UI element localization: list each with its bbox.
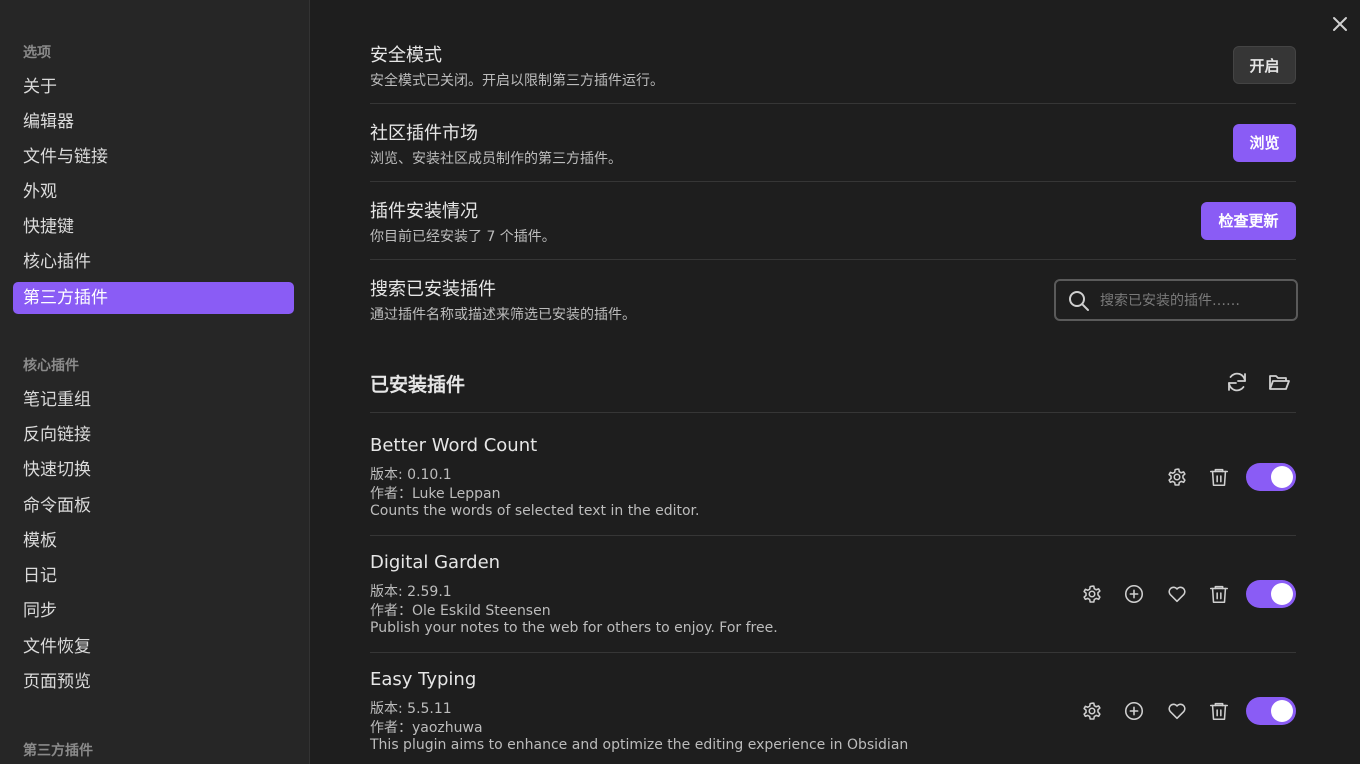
sidebar-item-page-preview[interactable]: 页面预览	[13, 666, 294, 698]
reload-icon[interactable]	[1225, 370, 1249, 394]
settings-sidebar: 选项 关于 编辑器 文件与链接 外观 快捷键 核心插件 第三方插件 核心插件 笔…	[0, 0, 310, 764]
plugin-author: 作者：yaozhuwa	[370, 720, 483, 736]
plus-circle-icon[interactable]	[1123, 583, 1145, 605]
plugin-item-better-word-count: Better Word Count 版本: 0.10.1 作者：Luke Lep…	[370, 435, 1296, 536]
sidebar-item-appearance[interactable]: 外观	[13, 176, 294, 208]
safe-mode-toggle-button[interactable]: 开启	[1233, 46, 1296, 84]
sidebar-item-command-palette[interactable]: 命令面板	[13, 490, 294, 522]
setting-title: 插件安装情况	[370, 201, 478, 222]
setting-row-status: 插件安装情况 你目前已经安装了 7 个插件。 检查更新	[370, 194, 1296, 260]
settings-main: 安全模式 安全模式已关闭。开启以限制第三方插件运行。 开启 社区插件市场 浏览、…	[310, 0, 1360, 764]
sidebar-heading-options: 选项	[23, 45, 51, 61]
plugin-enable-toggle[interactable]	[1246, 580, 1296, 608]
toggle-knob	[1271, 700, 1293, 722]
installed-plugins-heading: 已安装插件	[370, 374, 466, 396]
plugin-item-easy-typing: Easy Typing 版本: 5.5.11 作者：yaozhuwa This …	[370, 669, 1296, 764]
divider	[370, 412, 1296, 413]
sidebar-item-core-plugins[interactable]: 核心插件	[13, 246, 294, 278]
sidebar-item-daily-notes[interactable]: 日记	[13, 560, 294, 592]
setting-desc: 你目前已经安装了 7 个插件。	[370, 229, 556, 245]
search-field[interactable]	[1054, 279, 1298, 321]
search-icon	[1068, 290, 1090, 312]
gear-icon[interactable]	[1081, 700, 1103, 722]
setting-title: 社区插件市场	[370, 123, 478, 144]
setting-desc: 安全模式已关闭。开启以限制第三方插件运行。	[370, 73, 664, 89]
plugin-version: 版本: 2.59.1	[370, 584, 452, 600]
trash-icon[interactable]	[1208, 700, 1230, 722]
sidebar-item-files-links[interactable]: 文件与链接	[13, 141, 294, 173]
trash-icon[interactable]	[1208, 583, 1230, 605]
toggle-knob	[1271, 466, 1293, 488]
plus-circle-icon[interactable]	[1123, 700, 1145, 722]
plugin-version: 版本: 5.5.11	[370, 701, 452, 717]
sidebar-item-hotkeys[interactable]: 快捷键	[13, 211, 294, 243]
plugin-enable-toggle[interactable]	[1246, 463, 1296, 491]
gear-icon[interactable]	[1081, 583, 1103, 605]
plugin-description: Counts the words of selected text in the…	[370, 503, 700, 519]
plugin-version: 版本: 0.10.1	[370, 467, 452, 483]
sidebar-item-editor[interactable]: 编辑器	[13, 106, 294, 138]
check-updates-button[interactable]: 检查更新	[1201, 202, 1296, 240]
sidebar-heading-third-party: 第三方插件	[23, 743, 93, 759]
plugin-name: Easy Typing	[370, 669, 477, 690]
search-input[interactable]	[1100, 289, 1290, 313]
plugin-description: Publish your notes to the web for others…	[370, 620, 778, 636]
heart-icon[interactable]	[1166, 700, 1188, 722]
sidebar-item-quick-switcher[interactable]: 快速切换	[13, 454, 294, 486]
setting-desc: 浏览、安装社区成员制作的第三方插件。	[370, 151, 622, 167]
plugin-enable-toggle[interactable]	[1246, 697, 1296, 725]
sidebar-item-note-composer[interactable]: 笔记重组	[13, 384, 294, 416]
setting-row-community: 社区插件市场 浏览、安装社区成员制作的第三方插件。 浏览	[370, 116, 1296, 182]
toggle-knob	[1271, 583, 1293, 605]
sidebar-item-community-plugins[interactable]: 第三方插件	[13, 282, 294, 314]
sidebar-item-sync[interactable]: 同步	[13, 595, 294, 627]
sidebar-item-backlinks[interactable]: 反向链接	[13, 419, 294, 451]
gear-icon[interactable]	[1166, 466, 1188, 488]
setting-title: 搜索已安装插件	[370, 279, 496, 300]
plugin-author: 作者：Luke Leppan	[370, 486, 501, 502]
plugin-name: Digital Garden	[370, 552, 501, 573]
setting-row-safe-mode: 安全模式 安全模式已关闭。开启以限制第三方插件运行。 开启	[370, 38, 1296, 104]
plugin-item-digital-garden: Digital Garden 版本: 2.59.1 作者：Ole Eskild …	[370, 552, 1296, 653]
heart-icon[interactable]	[1166, 583, 1188, 605]
setting-title: 安全模式	[370, 45, 442, 66]
plugin-description: This plugin aims to enhance and optimize…	[370, 737, 909, 753]
plugin-name: Better Word Count	[370, 435, 538, 456]
sidebar-item-file-recovery[interactable]: 文件恢复	[13, 631, 294, 663]
sidebar-heading-core: 核心插件	[23, 358, 79, 374]
browse-button[interactable]: 浏览	[1233, 124, 1296, 162]
sidebar-item-templates[interactable]: 模板	[13, 525, 294, 557]
folder-open-icon[interactable]	[1267, 370, 1291, 394]
setting-desc: 通过插件名称或描述来筛选已安装的插件。	[370, 307, 636, 323]
sidebar-item-about[interactable]: 关于	[13, 71, 294, 103]
plugin-author: 作者：Ole Eskild Steensen	[370, 603, 551, 619]
trash-icon[interactable]	[1208, 466, 1230, 488]
